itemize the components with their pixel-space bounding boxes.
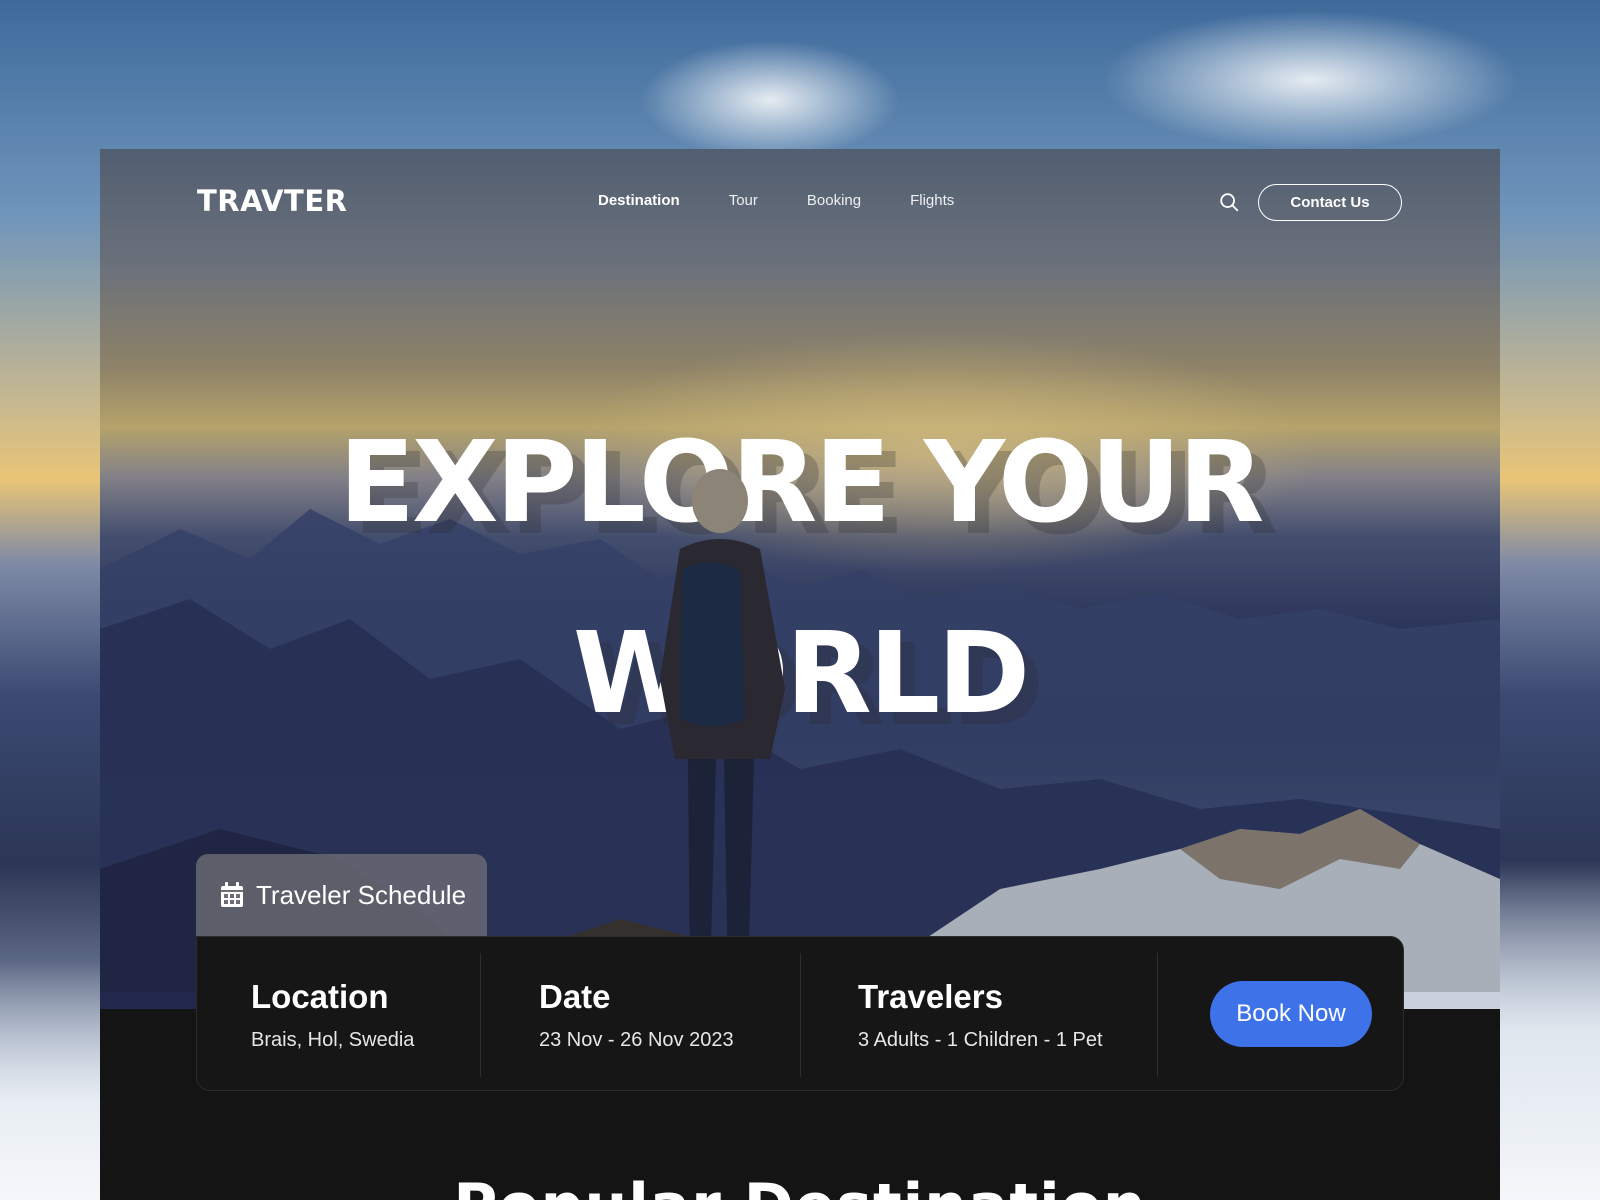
field-divider <box>800 953 801 1077</box>
popular-destination-heading: Popular Destination <box>100 1171 1500 1200</box>
traveler-schedule-tab[interactable]: Traveler Schedule <box>196 854 487 936</box>
date-title: Date <box>539 978 611 1015</box>
date-field[interactable]: Date 23 Nov - 26 Nov 2023 <box>539 977 734 1052</box>
field-divider <box>480 953 481 1077</box>
traveler-schedule-label: Traveler Schedule <box>256 879 467 910</box>
nav-link-destination[interactable]: Destination <box>598 192 680 209</box>
book-now-button[interactable]: Book Now <box>1210 981 1372 1047</box>
travelers-field[interactable]: Travelers 3 Adults - 1 Children - 1 Pet <box>858 977 1103 1052</box>
background-snow-left <box>0 960 100 1200</box>
travelers-value: 3 Adults - 1 Children - 1 Pet <box>858 1029 1103 1051</box>
nav-link-tour[interactable]: Tour <box>729 192 758 209</box>
search-icon[interactable] <box>1218 191 1240 213</box>
brand-logo[interactable]: TRAVTER <box>197 184 347 218</box>
background-snow-right <box>1500 860 1600 1200</box>
location-field[interactable]: Location Brais, Hol, Swedia <box>251 977 414 1052</box>
nav-link-booking[interactable]: Booking <box>807 192 861 209</box>
background-cloud <box>1100 10 1520 150</box>
location-value: Brais, Hol, Swedia <box>251 1029 415 1051</box>
date-value: 23 Nov - 26 Nov 2023 <box>539 1029 734 1051</box>
calendar-icon <box>221 882 243 907</box>
background-cloud <box>640 40 900 160</box>
landing-page-frame: TRAVTER Destination Tour Booking Flights… <box>100 149 1500 1200</box>
field-divider <box>1157 953 1158 1077</box>
contact-us-button[interactable]: Contact Us <box>1258 184 1402 221</box>
travelers-title: Travelers <box>858 978 1003 1015</box>
location-title: Location <box>251 978 389 1015</box>
nav-link-flights[interactable]: Flights <box>910 192 954 209</box>
nav-links: Destination Tour Booking Flights <box>598 192 954 209</box>
top-navigation: TRAVTER Destination Tour Booking Flights… <box>100 149 1500 259</box>
booking-card: Location Brais, Hol, Swedia Date 23 Nov … <box>196 936 1404 1091</box>
